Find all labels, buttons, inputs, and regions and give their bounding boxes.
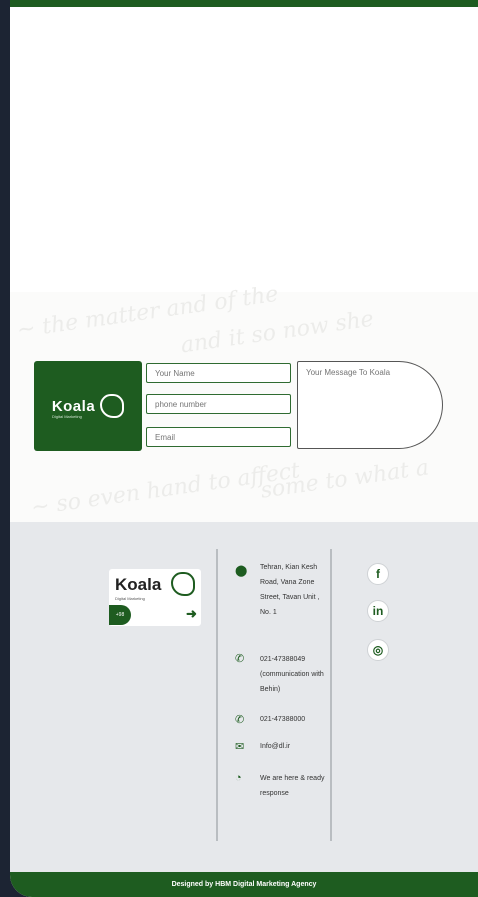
footer-address: Tehran, Kian Kesh Road, Vana Zone Street… xyxy=(260,564,320,616)
footer-logo-pill: +98 xyxy=(109,605,131,625)
footer: Koala Digital Marketing +98 ➜ ⬤ Tehran, … xyxy=(10,522,478,872)
footer-phone-primary[interactable]: 021-47388049 (communication with Behin) xyxy=(260,652,326,697)
designer-credit[interactable]: Designed by HBM Digital Marketing Agency xyxy=(172,881,317,888)
koala-logo-icon xyxy=(171,572,195,596)
brand-tagline: Digital Marketing xyxy=(52,414,82,419)
phone-input[interactable] xyxy=(146,394,291,414)
handwriting-decoration: some to what a xyxy=(259,455,431,504)
phone-icon: ✆ xyxy=(235,714,245,726)
footer-divider-left xyxy=(216,549,218,841)
footer-logo-subtitle: Digital Marketing xyxy=(115,596,145,601)
brand-name: Koala xyxy=(51,397,96,415)
handwriting-decoration: and it so now she xyxy=(179,306,376,359)
brand-card: Koala Digital Marketing xyxy=(34,361,142,451)
mail-icon: ✉ xyxy=(235,741,245,753)
footer-phone-secondary[interactable]: 021-47388000 xyxy=(260,712,326,727)
email-input[interactable] xyxy=(146,427,291,447)
arrow-right-icon: ➜ xyxy=(186,606,197,621)
handwriting-decoration: ~ so even hand to affect xyxy=(29,458,302,521)
message-textarea[interactable] xyxy=(297,361,443,449)
contact-section: ~ the matter and of the and it so now sh… xyxy=(10,282,478,522)
footer-response-note: We are here & ready response xyxy=(260,775,325,797)
chat-icon: ◔ xyxy=(235,772,242,784)
footer-divider-right xyxy=(330,549,332,841)
koala-logo-icon xyxy=(100,394,125,418)
name-input[interactable] xyxy=(146,363,291,383)
handwriting-decoration: ~ the matter and of the xyxy=(15,281,280,344)
footer-email[interactable]: Info@dl.ir xyxy=(260,739,326,754)
location-icon: ⬤ xyxy=(235,565,248,577)
bottom-bar: Designed by HBM Digital Marketing Agency xyxy=(10,872,478,897)
top-accent-bar xyxy=(10,0,478,7)
instagram-icon[interactable]: ◎ xyxy=(367,639,389,661)
footer-logo-text: Koala xyxy=(115,575,162,594)
phone-icon: ✆ xyxy=(235,653,245,665)
facebook-icon[interactable]: f xyxy=(367,563,389,585)
footer-logo[interactable]: Koala Digital Marketing +98 ➜ xyxy=(109,569,201,626)
page-frame: ~ the matter and of the and it so now sh… xyxy=(10,0,478,897)
linkedin-icon[interactable]: in xyxy=(367,600,389,622)
